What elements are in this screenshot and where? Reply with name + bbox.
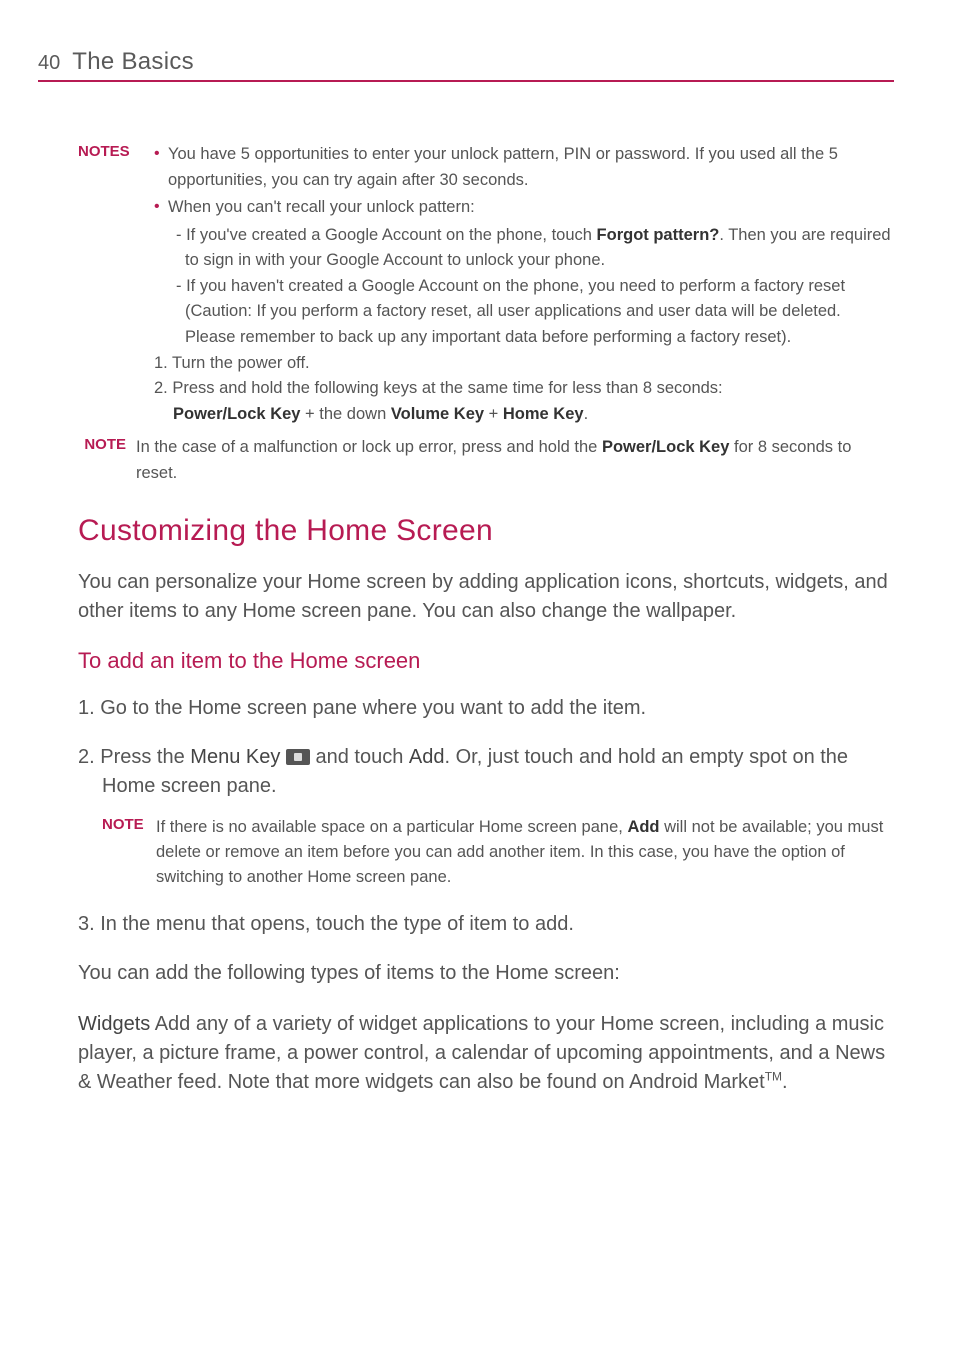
page-header: 40 The Basics	[38, 48, 894, 82]
paragraph: You can add the following types of items…	[78, 959, 894, 988]
header-title: The Basics	[72, 48, 194, 76]
note-label: NOTE	[78, 435, 126, 486]
note-dash: - If you've created a Google Account on …	[162, 223, 894, 274]
menu-key-icon	[286, 749, 310, 765]
note-body: If there is no available space on a part…	[156, 815, 894, 889]
step-item: 1. Go to the Home screen pane where you …	[78, 694, 894, 723]
step-item: 3. In the menu that opens, touch the typ…	[78, 910, 894, 939]
widgets-paragraph: Widgets Add any of a variety of widget a…	[78, 1010, 894, 1097]
page-content: NOTES You have 5 opportunities to enter …	[38, 142, 894, 1097]
notes-label: NOTES	[78, 142, 140, 427]
step-item: 2. Press the Menu Key and touch Add. Or,…	[78, 743, 894, 801]
notes-body: You have 5 opportunities to enter your u…	[154, 142, 894, 427]
inline-note: NOTE If there is no available space on a…	[102, 815, 894, 889]
note-sub: - If you've created a Google Account on …	[154, 223, 894, 351]
trademark: TM	[765, 1069, 782, 1083]
manual-page: 40 The Basics NOTES You have 5 opportuni…	[0, 0, 954, 1372]
note-body: In the case of a malfunction or lock up …	[136, 435, 894, 486]
note-keys: Power/Lock Key + the down Volume Key + H…	[154, 402, 894, 428]
subsection-heading: To add an item to the Home screen	[78, 648, 894, 674]
note-dash: - If you haven't created a Google Accoun…	[162, 274, 894, 351]
note-bullet: You have 5 opportunities to enter your u…	[154, 142, 894, 193]
widgets-label: Widgets	[78, 1013, 150, 1035]
note-block: NOTE In the case of a malfunction or loc…	[78, 435, 894, 486]
note-label: NOTE	[102, 815, 146, 889]
page-number: 40	[38, 52, 60, 75]
notes-block: NOTES You have 5 opportunities to enter …	[78, 142, 894, 427]
note-numbered: 1. Turn the power off.	[154, 351, 894, 377]
section-heading: Customizing the Home Screen	[78, 514, 894, 548]
note-numbered: 2. Press and hold the following keys at …	[154, 376, 894, 402]
note-bullet: When you can't recall your unlock patter…	[154, 195, 894, 221]
intro-paragraph: You can personalize your Home screen by …	[78, 568, 894, 626]
